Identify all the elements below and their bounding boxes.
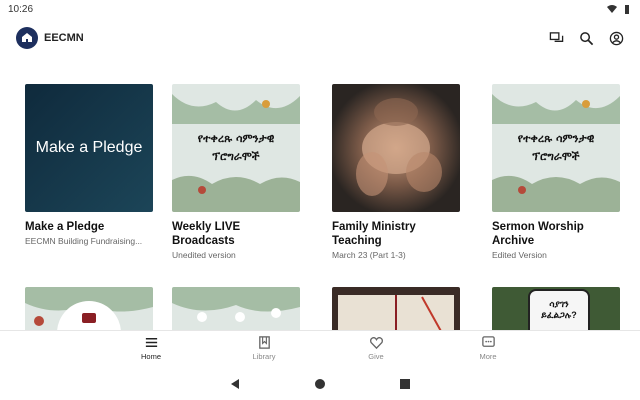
- thumbnail-text: የተቀረጹ ሳምንታዊ ፕሮግራሞች: [172, 130, 300, 166]
- card-subtitle: March 23 (Part 1-3): [332, 250, 406, 260]
- flower-decoration: [172, 287, 300, 322]
- recents-icon[interactable]: [399, 378, 411, 390]
- card-title: Sermon Worship Archive: [492, 221, 584, 247]
- search-icon: [579, 31, 593, 45]
- thumbnail-line-1: የተቀረጹ ሳምንታዊ: [517, 132, 595, 145]
- phone-text-line-1: ሳያገን: [549, 299, 569, 309]
- card-subtitle: EECMN Building Fundraising...: [25, 236, 143, 246]
- card-thumbnail: [332, 84, 460, 212]
- card-sermon-worship-archive[interactable]: የተቀረጹ ሳምንታዊ ፕሮግራሞች Sermon Worship Archiv…: [492, 84, 620, 260]
- account-icon: [609, 31, 623, 45]
- system-navigation: [0, 368, 640, 400]
- card-thumbnail: የተቀረጹ ሳምንታዊ ፕሮግራሞች: [172, 84, 300, 212]
- heart-icon: [369, 337, 383, 350]
- nav-more[interactable]: More: [458, 335, 518, 361]
- account-button[interactable]: [608, 30, 624, 46]
- card-thumbnail: ሳያገን ይፈልጋሉ?: [492, 287, 620, 330]
- card-thumbnail: Make a Pledge: [25, 84, 153, 212]
- bible-image: [338, 295, 454, 330]
- library-icon: [258, 336, 270, 349]
- status-bar: 10:26: [0, 0, 640, 18]
- thumbnail-text: Make a Pledge: [35, 139, 143, 156]
- chat-icon: [549, 31, 563, 42]
- app-actions: [548, 30, 624, 46]
- joined-hands-image: [356, 98, 442, 196]
- phone-image: ሳያገን ይፈልጋሉ?: [528, 289, 590, 330]
- home-circle-icon[interactable]: [314, 378, 326, 390]
- card-title: Weekly LIVE Broadcasts: [172, 221, 241, 247]
- card-thumbnail: [25, 287, 153, 330]
- leaf-decoration: [25, 287, 153, 330]
- card-thumbnail: [332, 287, 460, 330]
- content-grid: Make a Pledge Make a Pledge EECMN Buildi…: [0, 62, 640, 330]
- thumbnail-line-2: ፕሮግራሞች: [532, 150, 580, 163]
- thumbnail-line-1: የተቀረጹ ሳምንታዊ: [197, 132, 275, 145]
- card-row2-4[interactable]: ሳያገን ይፈልጋሉ?: [492, 287, 620, 330]
- card-row2-1[interactable]: [25, 287, 153, 330]
- chat-button[interactable]: [548, 30, 564, 46]
- status-icons: [607, 4, 632, 14]
- wifi-icon: [607, 5, 617, 13]
- card-subtitle: Unedited version: [172, 250, 236, 260]
- app-title: EECMN: [44, 32, 84, 44]
- nav-give[interactable]: Give: [346, 335, 406, 361]
- card-row2-2[interactable]: [172, 287, 300, 330]
- battery-icon: [625, 5, 629, 14]
- more-chat-icon: [481, 336, 495, 347]
- nav-give-label: Give: [368, 352, 384, 361]
- card-title: Family Ministry Teaching: [332, 221, 416, 247]
- nav-home[interactable]: Home: [121, 335, 181, 361]
- card-subtitle: Edited Version: [492, 250, 547, 260]
- card-row2-3[interactable]: [332, 287, 460, 330]
- church-logo-icon: [22, 33, 32, 42]
- card-make-a-pledge[interactable]: Make a Pledge Make a Pledge EECMN Buildi…: [25, 84, 153, 246]
- card-weekly-live-broadcasts[interactable]: የተቀረጹ ሳምንታዊ ፕሮግራሞች Weekly LIVE Broadcast…: [172, 84, 300, 260]
- card-family-ministry-teaching[interactable]: Family Ministry Teaching March 23 (Part …: [332, 84, 460, 260]
- home-list-icon: [145, 338, 157, 347]
- card-title: Make a Pledge: [25, 221, 105, 233]
- nav-library[interactable]: Library: [234, 335, 294, 361]
- app-bar: EECMN: [0, 22, 640, 54]
- thumbnail-text: የተቀረጹ ሳምንታዊ ፕሮግራሞች: [492, 130, 620, 166]
- bottom-navigation: Home Library Give More: [0, 330, 640, 368]
- nav-library-label: Library: [252, 352, 276, 361]
- nav-more-label: More: [479, 352, 497, 361]
- thumbnail-line-2: ፕሮግራሞች: [212, 150, 260, 163]
- search-button[interactable]: [578, 30, 594, 46]
- phone-text: ሳያገን ይፈልጋሉ?: [530, 299, 588, 321]
- card-thumbnail: የተቀረጹ ሳምንታዊ ፕሮግራሞች: [492, 84, 620, 212]
- status-time: 10:26: [8, 3, 34, 15]
- back-icon[interactable]: [229, 378, 241, 390]
- phone-text-line-2: ይፈልጋሉ?: [541, 310, 577, 320]
- nav-home-label: Home: [140, 352, 161, 361]
- card-thumbnail: [172, 287, 300, 330]
- church-logo: [16, 27, 38, 49]
